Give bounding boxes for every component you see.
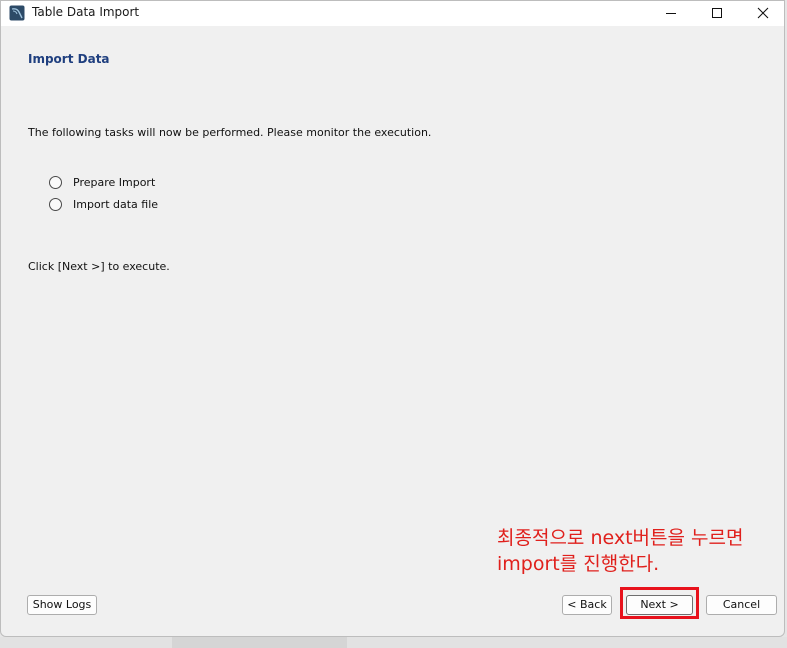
task-status-radio <box>49 198 62 211</box>
annotation-line-1: 최종적으로 next버튼을 누르면 <box>497 527 744 549</box>
mysql-workbench-icon <box>9 5 25 21</box>
minimize-icon <box>666 13 676 14</box>
task-label: Import data file <box>73 198 159 211</box>
intro-text: The following tasks will now be performe… <box>28 126 432 139</box>
task-label: Prepare Import <box>73 176 156 189</box>
minimize-button[interactable] <box>648 1 694 26</box>
background-app-strip <box>0 637 787 648</box>
task-status-radio <box>49 176 62 189</box>
maximize-button[interactable] <box>694 1 740 26</box>
background-panel <box>172 637 347 648</box>
title-bar[interactable]: Table Data Import <box>1 1 784 26</box>
next-highlight-box <box>620 587 699 619</box>
show-logs-button[interactable]: Show Logs <box>27 595 97 615</box>
maximize-icon <box>712 8 722 18</box>
back-button[interactable]: < Back <box>562 595 612 615</box>
execute-hint: Click [Next >] to execute. <box>28 260 170 273</box>
page-title: Import Data <box>28 52 110 66</box>
annotation-note: 최종적으로 next버튼을 누르면 import를 진행한다. <box>497 525 777 577</box>
cancel-button[interactable]: Cancel <box>706 595 777 615</box>
close-button[interactable] <box>740 1 784 26</box>
window-title: Table Data Import <box>32 5 140 19</box>
import-wizard-window: Table Data Import Import Data The follow… <box>0 0 785 637</box>
close-icon <box>757 7 769 19</box>
annotation-line-2: import를 진행한다. <box>497 553 660 575</box>
